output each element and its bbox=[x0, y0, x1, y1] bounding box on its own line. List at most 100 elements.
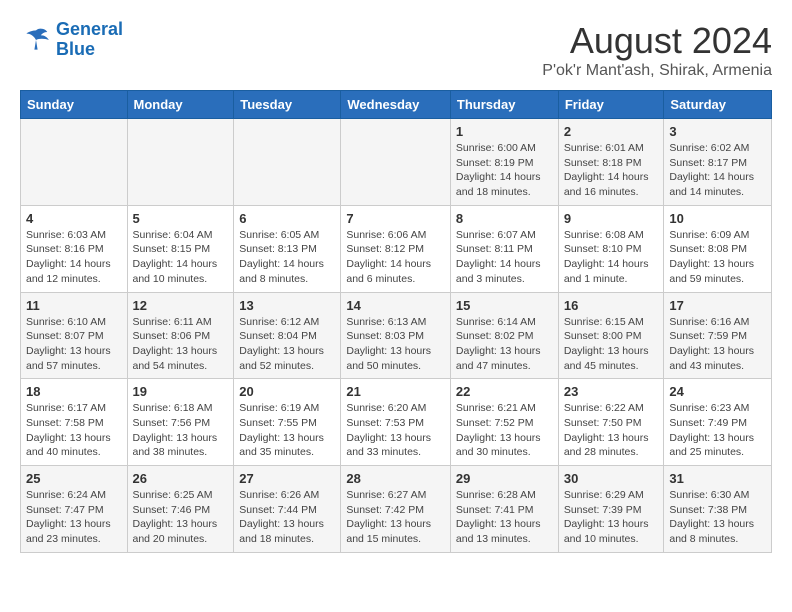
calendar-cell: 12 Sunrise: 6:11 AMSunset: 8:06 PMDayligh… bbox=[127, 292, 234, 379]
day-number: 12 bbox=[133, 298, 229, 313]
calendar-header: SundayMondayTuesdayWednesdayThursdayFrid… bbox=[21, 91, 772, 119]
day-info: Sunrise: 6:29 AMSunset: 7:39 PMDaylight:… bbox=[564, 488, 659, 547]
logo-text: General Blue bbox=[56, 20, 123, 60]
day-number: 8 bbox=[456, 211, 553, 226]
day-info: Sunrise: 6:20 AMSunset: 7:53 PMDaylight:… bbox=[346, 401, 445, 460]
calendar-cell: 17Sunrise: 6:16 AMSunset: 7:59 PMDayligh… bbox=[664, 292, 772, 379]
calendar-cell: 19 Sunrise: 6:18 AMSunset: 7:56 PMDayligh… bbox=[127, 379, 234, 466]
day-number: 6 bbox=[239, 211, 335, 226]
day-number: 15 bbox=[456, 298, 553, 313]
day-header-monday: Monday bbox=[127, 91, 234, 119]
calendar-cell: 16Sunrise: 6:15 AMSunset: 8:00 PMDayligh… bbox=[558, 292, 664, 379]
day-info: Sunrise: 6:14 AMSunset: 8:02 PMDaylight:… bbox=[456, 315, 553, 374]
calendar-cell: 30 Sunrise: 6:29 AMSunset: 7:39 PMDayligh… bbox=[558, 466, 664, 553]
calendar-cell: 3 Sunrise: 6:02 AMSunset: 8:17 PMDaylight… bbox=[664, 119, 772, 206]
calendar-cell: 14 Sunrise: 6:13 AMSunset: 8:03 PMDayligh… bbox=[341, 292, 451, 379]
calendar-cell: 10 Sunrise: 6:09 AMSunset: 8:08 PMDayligh… bbox=[664, 205, 772, 292]
calendar-subtitle: P'ok'r Mant'ash, Shirak, Armenia bbox=[542, 62, 772, 80]
page-header: General Blue August 2024 P'ok'r Mant'ash… bbox=[20, 20, 772, 80]
day-header-thursday: Thursday bbox=[450, 91, 558, 119]
day-info: Sunrise: 6:00 AMSunset: 8:19 PMDaylight:… bbox=[456, 141, 553, 200]
calendar-cell: 4 Sunrise: 6:03 AMSunset: 8:16 PMDaylight… bbox=[21, 205, 128, 292]
logo: General Blue bbox=[20, 20, 123, 60]
day-number: 17 bbox=[669, 298, 766, 313]
calendar-cell: 26Sunrise: 6:25 AMSunset: 7:46 PMDayligh… bbox=[127, 466, 234, 553]
day-number: 11 bbox=[26, 298, 122, 313]
day-number: 1 bbox=[456, 124, 553, 139]
day-info: Sunrise: 6:13 AMSunset: 8:03 PMDaylight:… bbox=[346, 315, 445, 374]
day-info: Sunrise: 6:05 AMSunset: 8:13 PMDaylight:… bbox=[239, 228, 335, 287]
calendar-week-5: 25 Sunrise: 6:24 AMSunset: 7:47 PMDayligh… bbox=[21, 466, 772, 553]
day-number: 29 bbox=[456, 471, 553, 486]
calendar-cell: 7Sunrise: 6:06 AMSunset: 8:12 PMDaylight… bbox=[341, 205, 451, 292]
day-number: 10 bbox=[669, 211, 766, 226]
day-header-sunday: Sunday bbox=[21, 91, 128, 119]
day-header-friday: Friday bbox=[558, 91, 664, 119]
day-number: 23 bbox=[564, 384, 659, 399]
day-info: Sunrise: 6:23 AMSunset: 7:49 PMDaylight:… bbox=[669, 401, 766, 460]
calendar-cell bbox=[234, 119, 341, 206]
logo-bird-icon bbox=[20, 24, 52, 56]
day-info: Sunrise: 6:15 AMSunset: 8:00 PMDaylight:… bbox=[564, 315, 659, 374]
calendar-cell: 25 Sunrise: 6:24 AMSunset: 7:47 PMDayligh… bbox=[21, 466, 128, 553]
calendar-cell: 21Sunrise: 6:20 AMSunset: 7:53 PMDayligh… bbox=[341, 379, 451, 466]
calendar-cell: 31Sunrise: 6:30 AMSunset: 7:38 PMDayligh… bbox=[664, 466, 772, 553]
title-block: August 2024 P'ok'r Mant'ash, Shirak, Arm… bbox=[542, 20, 772, 80]
day-number: 9 bbox=[564, 211, 659, 226]
day-number: 14 bbox=[346, 298, 445, 313]
day-info: Sunrise: 6:27 AMSunset: 7:42 PMDaylight:… bbox=[346, 488, 445, 547]
calendar-cell: 29 Sunrise: 6:28 AMSunset: 7:41 PMDayligh… bbox=[450, 466, 558, 553]
calendar-week-1: 1 Sunrise: 6:00 AMSunset: 8:19 PMDaylight… bbox=[21, 119, 772, 206]
day-info: Sunrise: 6:02 AMSunset: 8:17 PMDaylight:… bbox=[669, 141, 766, 200]
day-number: 19 bbox=[133, 384, 229, 399]
calendar-cell: 13Sunrise: 6:12 AMSunset: 8:04 PMDayligh… bbox=[234, 292, 341, 379]
calendar-table: SundayMondayTuesdayWednesdayThursdayFrid… bbox=[20, 90, 772, 553]
day-number: 28 bbox=[346, 471, 445, 486]
calendar-cell: 23 Sunrise: 6:22 AMSunset: 7:50 PMDayligh… bbox=[558, 379, 664, 466]
calendar-cell: 11Sunrise: 6:10 AMSunset: 8:07 PMDayligh… bbox=[21, 292, 128, 379]
day-info: Sunrise: 6:28 AMSunset: 7:41 PMDaylight:… bbox=[456, 488, 553, 547]
day-number: 18 bbox=[26, 384, 122, 399]
calendar-cell: 20Sunrise: 6:19 AMSunset: 7:55 PMDayligh… bbox=[234, 379, 341, 466]
day-number: 7 bbox=[346, 211, 445, 226]
calendar-week-4: 18 Sunrise: 6:17 AMSunset: 7:58 PMDayligh… bbox=[21, 379, 772, 466]
calendar-cell bbox=[341, 119, 451, 206]
day-info: Sunrise: 6:17 AMSunset: 7:58 PMDaylight:… bbox=[26, 401, 122, 460]
day-info: Sunrise: 6:11 AMSunset: 8:06 PMDaylight:… bbox=[133, 315, 229, 374]
day-info: Sunrise: 6:08 AMSunset: 8:10 PMDaylight:… bbox=[564, 228, 659, 287]
calendar-cell: 9 Sunrise: 6:08 AMSunset: 8:10 PMDaylight… bbox=[558, 205, 664, 292]
day-info: Sunrise: 6:09 AMSunset: 8:08 PMDaylight:… bbox=[669, 228, 766, 287]
day-number: 2 bbox=[564, 124, 659, 139]
calendar-cell: 8 Sunrise: 6:07 AMSunset: 8:11 PMDaylight… bbox=[450, 205, 558, 292]
day-info: Sunrise: 6:25 AMSunset: 7:46 PMDaylight:… bbox=[133, 488, 229, 547]
calendar-cell: 24Sunrise: 6:23 AMSunset: 7:49 PMDayligh… bbox=[664, 379, 772, 466]
logo-line2: Blue bbox=[56, 39, 95, 59]
day-info: Sunrise: 6:03 AMSunset: 8:16 PMDaylight:… bbox=[26, 228, 122, 287]
day-number: 4 bbox=[26, 211, 122, 226]
day-info: Sunrise: 6:12 AMSunset: 8:04 PMDaylight:… bbox=[239, 315, 335, 374]
calendar-cell: 2 Sunrise: 6:01 AMSunset: 8:18 PMDaylight… bbox=[558, 119, 664, 206]
day-info: Sunrise: 6:19 AMSunset: 7:55 PMDaylight:… bbox=[239, 401, 335, 460]
day-info: Sunrise: 6:01 AMSunset: 8:18 PMDaylight:… bbox=[564, 141, 659, 200]
day-number: 3 bbox=[669, 124, 766, 139]
day-number: 5 bbox=[133, 211, 229, 226]
day-headers-row: SundayMondayTuesdayWednesdayThursdayFrid… bbox=[21, 91, 772, 119]
logo-line1: General bbox=[56, 19, 123, 39]
calendar-cell bbox=[127, 119, 234, 206]
day-number: 31 bbox=[669, 471, 766, 486]
calendar-cell: 15 Sunrise: 6:14 AMSunset: 8:02 PMDayligh… bbox=[450, 292, 558, 379]
calendar-cell: 6 Sunrise: 6:05 AMSunset: 8:13 PMDaylight… bbox=[234, 205, 341, 292]
day-number: 25 bbox=[26, 471, 122, 486]
calendar-cell: 1 Sunrise: 6:00 AMSunset: 8:19 PMDaylight… bbox=[450, 119, 558, 206]
calendar-week-2: 4 Sunrise: 6:03 AMSunset: 8:16 PMDaylight… bbox=[21, 205, 772, 292]
calendar-cell: 18 Sunrise: 6:17 AMSunset: 7:58 PMDayligh… bbox=[21, 379, 128, 466]
day-header-wednesday: Wednesday bbox=[341, 91, 451, 119]
calendar-week-3: 11Sunrise: 6:10 AMSunset: 8:07 PMDayligh… bbox=[21, 292, 772, 379]
day-info: Sunrise: 6:07 AMSunset: 8:11 PMDaylight:… bbox=[456, 228, 553, 287]
day-info: Sunrise: 6:18 AMSunset: 7:56 PMDaylight:… bbox=[133, 401, 229, 460]
day-number: 30 bbox=[564, 471, 659, 486]
day-number: 22 bbox=[456, 384, 553, 399]
day-info: Sunrise: 6:22 AMSunset: 7:50 PMDaylight:… bbox=[564, 401, 659, 460]
calendar-title: August 2024 bbox=[542, 20, 772, 62]
day-info: Sunrise: 6:24 AMSunset: 7:47 PMDaylight:… bbox=[26, 488, 122, 547]
